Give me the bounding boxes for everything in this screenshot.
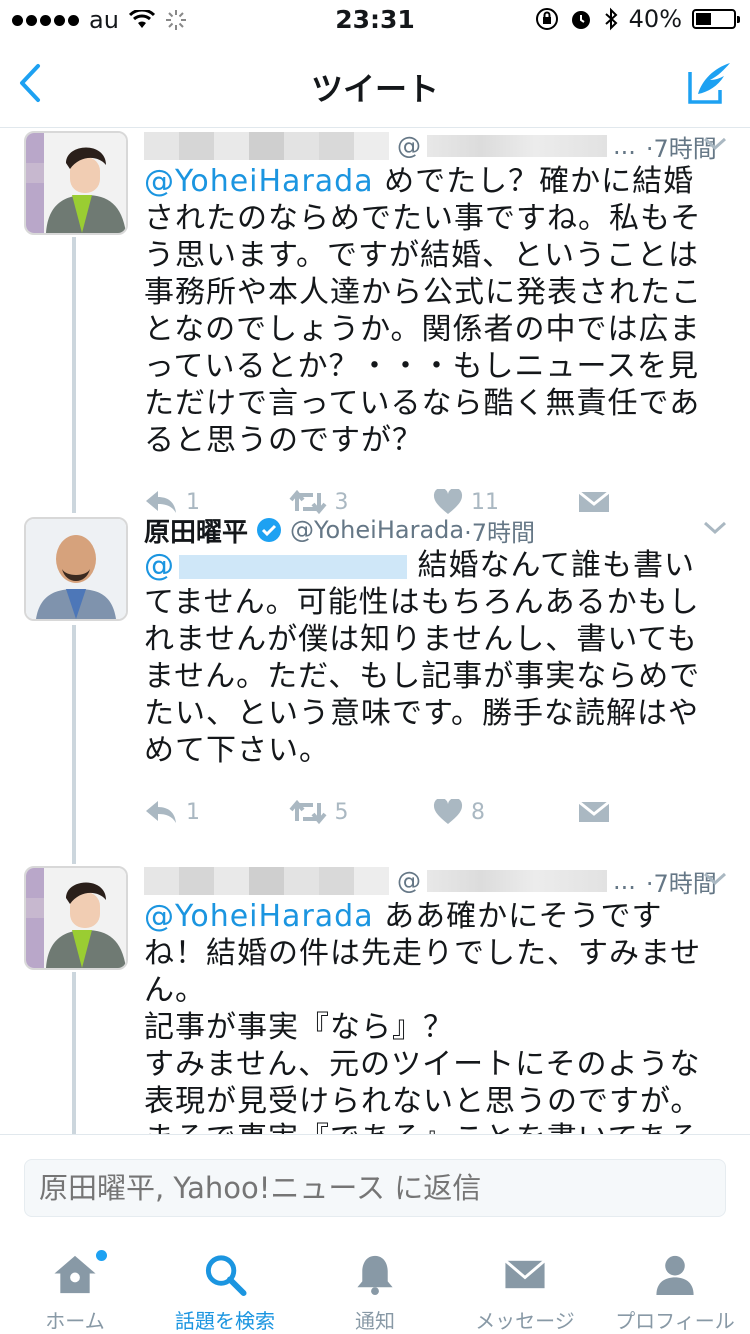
status-bar: au 23:31 40% — [0, 0, 750, 40]
author-handle-redacted — [427, 870, 607, 892]
tab-home[interactable]: ホーム — [0, 1234, 150, 1334]
chevron-down-icon[interactable] — [702, 868, 728, 890]
tweet-time: ·7時間 — [464, 518, 535, 547]
author-handle-prefix: @ — [397, 867, 421, 895]
mention-link[interactable]: @YoheiHarada — [144, 899, 374, 934]
like-button[interactable]: 8 — [433, 799, 578, 825]
verified-icon — [257, 518, 282, 542]
retweet-count: 5 — [334, 799, 349, 825]
tweet[interactable]: 原田曜平 @YoheiHarada ·7時間 @ 結婚なんて誰も書いてません。可… — [0, 513, 750, 864]
tweet-actions: 1 5 8 — [144, 787, 722, 837]
reply-icon — [146, 801, 176, 823]
rotation-lock-icon — [535, 8, 558, 30]
search-icon — [205, 1255, 247, 1297]
dm-icon — [577, 490, 610, 512]
tweet-text: @ 結婚なんて誰も書いてません。可能性はもちろんあるかもしれませんが僕は知りませ… — [144, 547, 722, 769]
like-icon — [433, 799, 463, 824]
conversation-timeline[interactable]: @ ... ·7時間 @YoheiHarada めでたし？確かに結婚されたのなら… — [0, 129, 750, 1134]
page-title: ツイート — [310, 70, 439, 108]
battery-icon — [692, 9, 740, 29]
tweet-body: めでたし？確かに結婚されたのならめでたい事ですね。私もそう思います。ですが結婚、… — [144, 164, 702, 458]
battery-percent: 40% — [628, 5, 682, 33]
tab-label: プロフィール — [615, 1309, 735, 1333]
tab-label: 通知 — [355, 1309, 395, 1333]
chevron-down-icon[interactable] — [702, 133, 728, 155]
nav-bar: ツイート — [0, 40, 750, 128]
dm-button[interactable] — [577, 799, 723, 825]
retweet-icon — [288, 489, 327, 515]
avatar[interactable] — [24, 517, 128, 621]
tab-profile[interactable]: プロフィール — [600, 1234, 750, 1334]
mention-link[interactable]: @ — [144, 548, 175, 583]
like-count: 11 — [471, 489, 499, 515]
mention-redacted — [179, 554, 407, 579]
dm-button[interactable] — [577, 489, 723, 515]
retweet-button[interactable]: 3 — [288, 489, 434, 515]
tweet[interactable]: @ ... ·7時間 @YoheiHarada ああ確かにそうですね！結婚の件は… — [0, 864, 750, 1134]
tab-label: 話題を検索 — [175, 1309, 275, 1333]
author-name[interactable]: 原田曜平 — [144, 512, 248, 549]
chevron-down-icon[interactable] — [702, 517, 728, 539]
tweet[interactable]: @ ... ·7時間 @YoheiHarada めでたし？確かに結婚されたのなら… — [0, 129, 750, 515]
tab-messages[interactable]: メッセージ — [450, 1234, 600, 1334]
author-handle-ellipsis: ... — [613, 867, 636, 895]
author-name-redacted — [144, 132, 389, 160]
alarm-icon — [571, 11, 590, 29]
bell-icon — [357, 1255, 393, 1296]
author-name-redacted — [144, 867, 389, 895]
dm-icon — [577, 800, 610, 822]
tab-label: ホーム — [45, 1309, 105, 1333]
tab-notifications[interactable]: 通知 — [300, 1234, 450, 1334]
author-handle[interactable]: @YoheiHarada — [290, 516, 464, 544]
avatar[interactable] — [24, 131, 128, 235]
notification-dot — [96, 1250, 107, 1261]
compose-icon[interactable] — [686, 60, 732, 106]
reply-button[interactable]: 1 — [144, 799, 289, 825]
like-icon — [433, 489, 463, 514]
bluetooth-icon — [604, 7, 618, 31]
author-handle-redacted — [427, 135, 607, 157]
reply-count: 1 — [186, 799, 200, 825]
like-button[interactable]: 11 — [433, 489, 578, 515]
like-count: 8 — [471, 799, 485, 825]
tweet-text: @YoheiHarada めでたし？確かに結婚されたのならめでたい事ですね。私も… — [144, 163, 722, 459]
author-handle-ellipsis: ... — [613, 132, 636, 160]
tab-label: メッセージ — [475, 1309, 575, 1333]
tweet-body: 結婚なんて誰も書いてません。可能性はもちろんあるかもしれませんが僕は知りませんし… — [144, 548, 701, 768]
home-icon — [54, 1255, 96, 1294]
person-icon — [656, 1255, 694, 1296]
thread-line — [72, 237, 76, 513]
tweet-body: ああ確かにそうですね！結婚の件は先走りでした、すみません。 記事が事実『なら』？… — [144, 899, 702, 1134]
retweet-button[interactable]: 5 — [288, 799, 434, 825]
mail-icon — [504, 1259, 546, 1289]
thread-line — [72, 625, 76, 864]
mention-link[interactable]: @YoheiHarada — [144, 164, 374, 199]
tweet-text: @YoheiHarada ああ確かにそうですね！結婚の件は先走りでした、すみませ… — [144, 898, 722, 1134]
author-handle-prefix: @ — [397, 132, 421, 160]
retweet-icon — [288, 799, 327, 825]
reply-input[interactable] — [24, 1159, 726, 1217]
retweet-count: 3 — [334, 489, 349, 515]
avatar[interactable] — [24, 866, 128, 970]
tab-search[interactable]: 話題を検索 — [150, 1234, 300, 1334]
thread-line — [72, 972, 76, 1134]
reply-bar — [0, 1134, 750, 1234]
tab-bar: ホーム 話題を検索 通知 メッセージ プロフィール — [0, 1234, 750, 1334]
